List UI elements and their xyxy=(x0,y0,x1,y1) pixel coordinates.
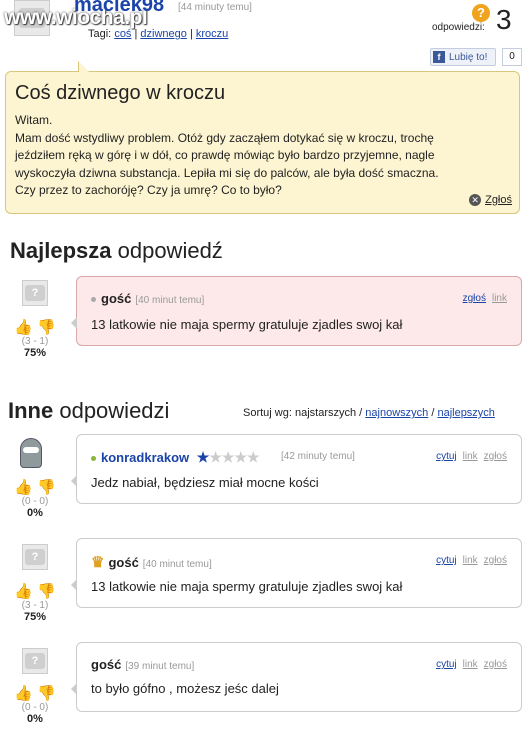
answer-time: [40 minut temu] xyxy=(135,295,205,306)
report-link[interactable]: zgłoś xyxy=(484,451,507,462)
close-icon: ✕ xyxy=(469,194,482,206)
question-author[interactable]: maciek98 xyxy=(74,0,164,17)
thumbs-up-icon[interactable]: 👍 xyxy=(14,318,33,336)
answer-box: gość [39 minut temu] cytuj link zgłoś to by… xyxy=(71,642,522,712)
sort-newest-link[interactable]: najnowszych xyxy=(365,407,428,419)
vote-block: 👍 👎 (3 - 1) 75% xyxy=(8,318,62,359)
report-link[interactable]: zgłoś xyxy=(484,659,507,670)
quote-link[interactable]: cytuj xyxy=(436,451,457,462)
vote-counts: (0 - 0) xyxy=(21,496,49,507)
best-answer-heading: Najlepsza odpowiedź xyxy=(10,238,223,263)
question-title: Coś dziwnego w kroczu xyxy=(15,82,226,104)
report-link[interactable]: zgłoś xyxy=(484,555,507,566)
like-label: Lubię to! xyxy=(449,51,488,63)
thumbs-up-icon[interactable]: 👍 xyxy=(14,582,33,600)
permalink[interactable]: link xyxy=(492,293,507,304)
vote-counts: (3 - 1) xyxy=(21,600,49,611)
crown-icon: ♛ xyxy=(91,554,105,571)
answer-time: [40 minut temu] xyxy=(142,559,212,570)
answer-author[interactable]: gość [39 minut temu] xyxy=(91,657,194,672)
question-mark-icon: ? xyxy=(472,4,490,22)
best-answer-box: gość [40 minut temu] zgłoś link 13 latkowi… xyxy=(71,276,522,346)
robot-avatar[interactable] xyxy=(20,438,42,468)
vote-percent: 0% xyxy=(27,713,43,725)
vote-block: 👍 👎 (0 - 0) 0% xyxy=(8,478,62,519)
vote-block: 👍 👎 (0 - 0) 0% xyxy=(8,684,62,725)
answers-label: odpowiedzi: xyxy=(432,22,485,33)
report-question-button[interactable]: ✕ Zgłoś xyxy=(469,194,512,206)
answer-text: Jedz nabiał, będziesz miał mocne kości xyxy=(91,475,319,490)
answer-author[interactable]: ♛ gość [40 minut temu] xyxy=(91,553,212,571)
question-time: [44 minuty temu] xyxy=(178,2,252,13)
answer-author[interactable]: konradkrakow ★★★★★ xyxy=(91,449,260,466)
body-line: Czy przez to zachoróję? Czy ja umrę? Co … xyxy=(15,183,282,197)
answer-avatar[interactable]: ? xyxy=(22,544,48,570)
report-label: Zgłoś xyxy=(485,194,512,206)
report-link[interactable]: zgłoś xyxy=(463,293,486,304)
answer-text: 13 latkowie nie maja spermy gratuluje zj… xyxy=(91,579,403,594)
tag-cos[interactable]: coś xyxy=(114,28,131,40)
permalink[interactable]: link xyxy=(463,451,478,462)
question-box: Coś dziwnego w kroczu Witam. Mam dość ws… xyxy=(5,61,520,214)
facebook-icon: f xyxy=(433,51,445,63)
avatar-placeholder-icon: ? xyxy=(25,285,45,301)
body-line: Mam dość wstydliwy problem. Otóż gdy zac… xyxy=(15,130,434,145)
rank-stars-icon: ★★★★★ xyxy=(196,449,260,465)
thumbs-down-icon[interactable]: 👎 xyxy=(37,478,56,496)
answer-time: [39 minut temu] xyxy=(125,661,195,672)
sort-best-link[interactable]: najlepszych xyxy=(437,407,494,419)
body-line: wyskoczyła dziwna substancja. Lepiła mi … xyxy=(15,165,439,180)
answer-avatar[interactable]: ? xyxy=(22,648,48,674)
like-button[interactable]: f Lubię to! xyxy=(430,48,496,66)
quote-link[interactable]: cytuj xyxy=(436,659,457,670)
vote-counts: (0 - 0) xyxy=(21,702,49,713)
thumbs-down-icon[interactable]: 👎 xyxy=(37,582,56,600)
answer-author[interactable]: gość [40 minut temu] xyxy=(91,291,204,306)
permalink[interactable]: link xyxy=(463,659,478,670)
tag-kroczu[interactable]: kroczu xyxy=(196,28,228,40)
answer-box: ♛ gość [40 minut temu] cytuj link zgłoś 13 l… xyxy=(71,538,522,608)
tag-dziwnego[interactable]: dziwnego xyxy=(140,28,186,40)
robot-eyes-icon xyxy=(23,447,39,453)
body-line: Witam. xyxy=(15,113,53,127)
like-count: 0 xyxy=(502,48,522,66)
sort-current: najstarszych xyxy=(294,407,357,419)
thumbs-down-icon[interactable]: 👎 xyxy=(37,684,56,702)
thumbs-up-icon[interactable]: 👍 xyxy=(14,684,33,702)
vote-block: 👍 👎 (3 - 1) 75% xyxy=(8,582,62,623)
thumbs-down-icon[interactable]: 👎 xyxy=(37,318,56,336)
status-dot-icon xyxy=(91,297,96,303)
online-dot-icon xyxy=(91,456,96,462)
answer-time: [42 minuty temu] xyxy=(281,451,355,462)
tags-label: Tagi: xyxy=(88,28,112,40)
sort-label: Sortuj wg: xyxy=(243,407,292,419)
permalink[interactable]: link xyxy=(463,555,478,566)
vote-counts: (3 - 1) xyxy=(21,336,49,347)
thumbs-up-icon[interactable]: 👍 xyxy=(14,478,33,496)
vote-percent: 75% xyxy=(23,611,47,623)
vote-percent: 75% xyxy=(23,347,47,359)
answer-box: konradkrakow ★★★★★ [42 minuty temu] cytu… xyxy=(71,434,522,504)
answer-text: 13 latkowie nie maja spermy gratuluje zj… xyxy=(91,317,403,332)
vote-percent: 0% xyxy=(27,507,43,519)
body-line: jeździłem ręką w górę i w dół, co prawdę… xyxy=(15,148,435,162)
avatar-placeholder-icon: ? xyxy=(25,549,45,565)
tags-row: Tagi: coś | dziwnego | kroczu xyxy=(88,28,229,40)
sort-bar: Sortuj wg: najstarszych / najnowszych / … xyxy=(243,407,495,419)
quote-link[interactable]: cytuj xyxy=(436,555,457,566)
answer-text: to było gófno , możesz jeśc dalej xyxy=(91,681,279,696)
avatar-placeholder-icon: ? xyxy=(25,653,45,669)
answer-avatar[interactable]: ? xyxy=(22,280,48,306)
question-body: Witam. Mam dość wstydliwy problem. Otóż … xyxy=(15,112,439,200)
answers-count: 3 xyxy=(496,4,512,35)
other-answers-heading: Inne odpowiedzi xyxy=(8,398,170,423)
